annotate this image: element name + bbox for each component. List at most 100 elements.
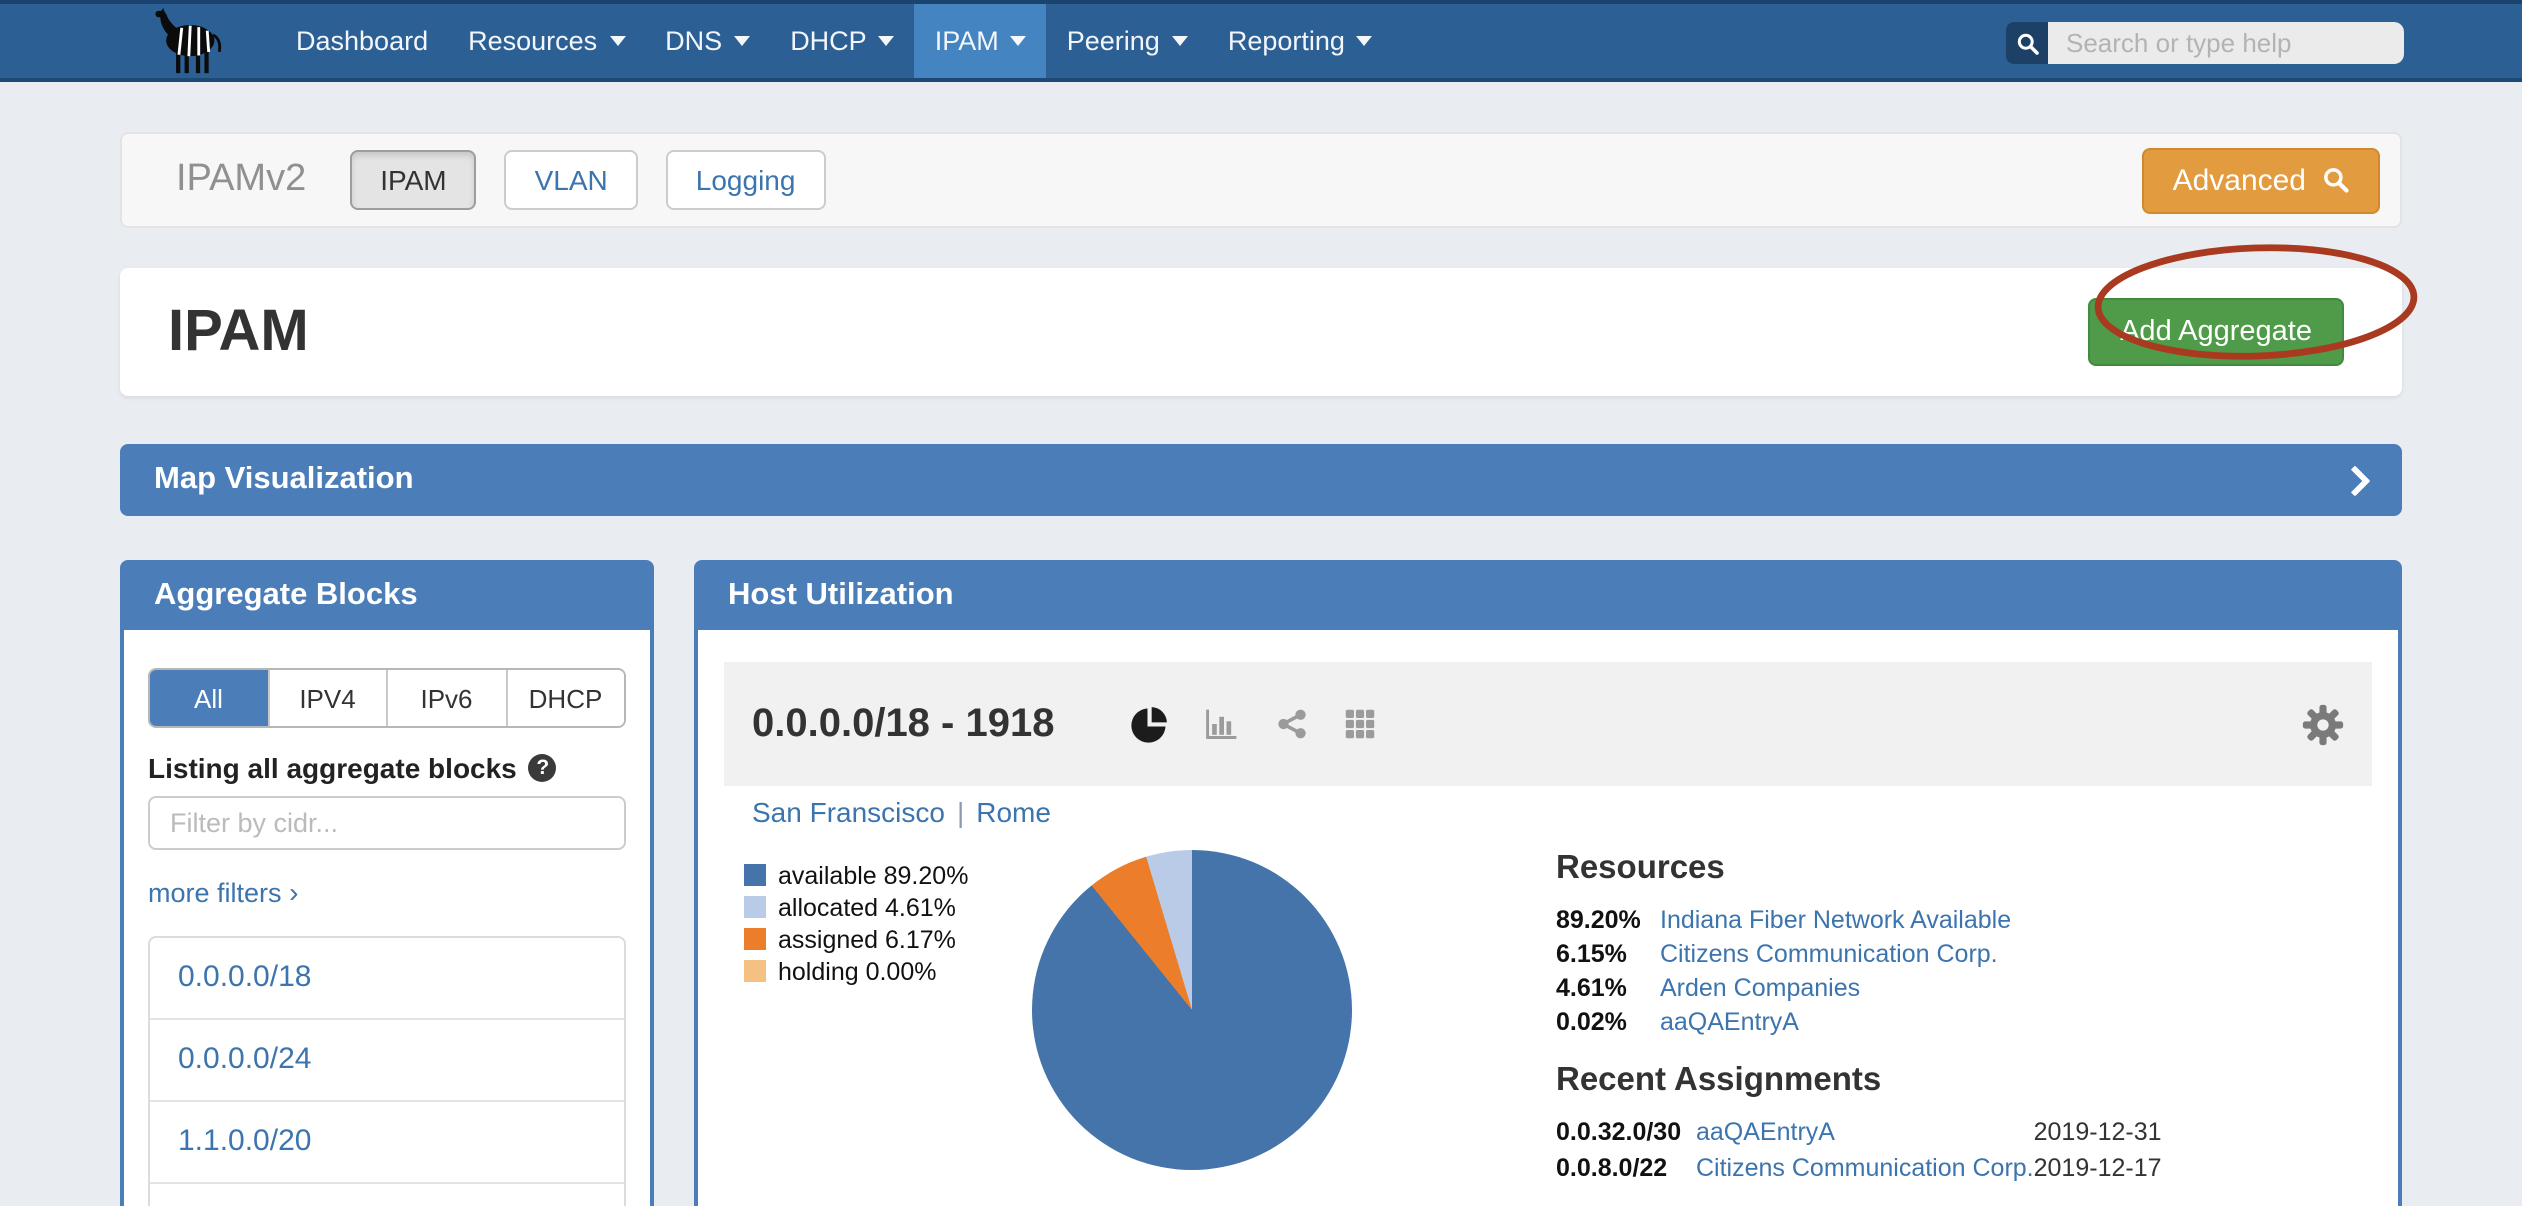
aggregate-block-list: 0.0.0.0/18 0.0.0.0/24 1.1.0.0/20	[148, 936, 626, 1206]
aggregate-block-link[interactable]: 0.0.0.0/24	[178, 1042, 311, 1076]
legend-item: available 89.20%	[744, 860, 968, 892]
assignment-name: Citizens Communication Corp.	[1696, 1151, 2034, 1186]
search-icon	[2322, 166, 2350, 194]
legend-swatch	[744, 960, 766, 982]
global-search	[2006, 22, 2404, 64]
search-icon	[2006, 22, 2048, 64]
assignment-date: 2019-12-31	[2034, 1116, 2162, 1151]
chevron-down-icon	[734, 36, 750, 46]
chevron-down-icon	[1172, 36, 1188, 46]
resources-table: 89.20%Indiana Fiber Network Available6.1…	[1556, 904, 2011, 1040]
tab-logging[interactable]: Logging	[666, 150, 826, 210]
filter-tab-ipv6[interactable]: IPv6	[386, 670, 505, 726]
aggregate-block-row: 1.1.0.0/20	[150, 1100, 624, 1182]
app-root: Dashboard Resources DNS DHCP IPAM PeeringRepo…	[0, 0, 2522, 1206]
location-links: San Franscisco | Rome	[752, 796, 1051, 828]
legend-item: assigned 6.17%	[744, 924, 968, 956]
resource-name: aaQAEntryA	[1660, 1006, 2011, 1040]
listing-label-row: Listing all aggregate blocks ?	[148, 752, 626, 784]
resource-link[interactable]: Arden Companies	[1660, 974, 1860, 1002]
share-icon[interactable]	[1276, 708, 1308, 740]
pie-chart-icon[interactable]	[1130, 705, 1168, 743]
nav-item-label: IPAM	[935, 26, 999, 56]
legend-label: allocated 4.61%	[778, 894, 956, 922]
panels-row: Aggregate Blocks AllIPV4IPv6DHCP Listing…	[120, 560, 2402, 1206]
resource-percent: 6.15%	[1556, 938, 1660, 972]
legend-label: assigned 6.17%	[778, 926, 956, 954]
location-link[interactable]: Rome	[976, 796, 1051, 828]
aggregate-block-link[interactable]: 0.0.0.0/18	[178, 960, 311, 994]
aggregate-filter-tabs: AllIPV4IPv6DHCP	[148, 668, 626, 728]
host-utilization-panel: Host Utilization 0.0.0.0/18 - 1918	[694, 560, 2402, 1206]
recent-assignments-table: 0.0.32.0/30aaQAEntryA2019-12-310.0.8.0/2…	[1556, 1116, 2162, 1186]
nav-item-resources[interactable]: Resources	[448, 4, 645, 78]
help-icon[interactable]: ?	[529, 754, 557, 782]
legend-item: holding 0.00%	[744, 956, 968, 988]
nav-item-ipam[interactable]: IPAM	[915, 4, 1047, 78]
toolbar-title: IPAMv2	[176, 158, 306, 202]
tab-vlan[interactable]: VLAN	[505, 150, 638, 210]
assignment-cidr: 0.0.8.0/22	[1556, 1151, 1696, 1186]
assignment-row: 0.0.32.0/30aaQAEntryA 2019-12-31	[1556, 1116, 2162, 1151]
filter-tab-ipv4[interactable]: IPV4	[267, 670, 386, 726]
assignment-date: 2019-12-17	[2034, 1151, 2162, 1186]
nav-item-reporting[interactable]: Reporting	[1208, 4, 1393, 78]
nav-menu: Dashboard Resources DNS DHCP IPAM PeeringRepo…	[276, 4, 1393, 78]
map-visualization-bar[interactable]: Map Visualization	[120, 444, 2402, 516]
cidr-filter-input[interactable]	[148, 796, 626, 850]
nav-item-label: Resources	[468, 26, 597, 56]
gear-icon[interactable]	[2302, 703, 2344, 745]
page-header: IPAM Add Aggregate	[120, 268, 2402, 396]
page-content: IPAMv2 IPAM VLAN Logging Advanced IPAM Add…	[0, 82, 2522, 1206]
assignment-row: 0.0.8.0/22Citizens Communication Corp.20…	[1556, 1151, 2162, 1186]
nav-item-peering[interactable]: Peering	[1047, 4, 1208, 78]
legend-label: available 89.20%	[778, 862, 968, 890]
block-title: 0.0.0.0/18 - 1918	[752, 701, 1054, 747]
legend-swatch	[744, 864, 766, 886]
legend-swatch	[744, 896, 766, 918]
more-filters-link[interactable]: more filters ›	[148, 876, 298, 908]
search-input[interactable]	[2048, 22, 2404, 64]
host-utilization-title: Host Utilization	[696, 562, 2400, 630]
resource-link[interactable]: Indiana Fiber Network Available	[1660, 906, 2011, 934]
assignment-cidr: 0.0.32.0/30	[1556, 1116, 1696, 1151]
separator: |	[957, 796, 964, 828]
resource-link[interactable]: aaQAEntryA	[1660, 1008, 1799, 1036]
resource-link[interactable]: Citizens Communication Corp.	[1660, 940, 1998, 968]
resource-row: 0.02%aaQAEntryA	[1556, 1006, 2011, 1040]
nav-item-dashboard[interactable]: Dashboard	[276, 4, 448, 78]
grid-icon[interactable]	[1344, 708, 1376, 740]
aggregate-blocks-title: Aggregate Blocks	[122, 562, 652, 630]
aggregate-block-row: 0.0.0.0/24	[150, 1018, 624, 1100]
chevron-right-icon	[2339, 464, 2370, 495]
utilization-header-bar: 0.0.0.0/18 - 1918	[724, 662, 2372, 786]
assignment-link[interactable]: aaQAEntryA	[1696, 1118, 1835, 1146]
location-link[interactable]: San Franscisco	[752, 796, 945, 828]
toolbar-tabs: IPAM VLAN Logging	[350, 150, 825, 210]
filter-tab-all[interactable]: All	[150, 670, 267, 726]
utilization-details: Resources 89.20%Indiana Fiber Network Av…	[1556, 852, 2336, 1186]
bar-chart-icon[interactable]	[1204, 706, 1240, 742]
resource-name: Arden Companies	[1660, 972, 2011, 1006]
resources-heading: Resources	[1556, 852, 2336, 886]
chevron-down-icon	[879, 36, 895, 46]
nav-item-label: DHCP	[790, 26, 867, 56]
nav-item-dhcp[interactable]: DHCP	[770, 4, 915, 78]
assignment-link[interactable]: Citizens Communication Corp.	[1696, 1153, 2034, 1181]
resource-name: Indiana Fiber Network Available	[1660, 904, 2011, 938]
resource-percent: 0.02%	[1556, 1006, 1660, 1040]
add-aggregate-button[interactable]: Add Aggregate	[2088, 298, 2344, 366]
listing-label: Listing all aggregate blocks	[148, 752, 517, 784]
advanced-button[interactable]: Advanced	[2143, 147, 2380, 213]
chevron-down-icon	[1357, 36, 1373, 46]
resource-percent: 89.20%	[1556, 904, 1660, 938]
filter-tab-dhcp[interactable]: DHCP	[505, 670, 624, 726]
tab-ipam[interactable]: IPAM	[350, 150, 476, 210]
advanced-button-label: Advanced	[2173, 163, 2306, 197]
resource-percent: 4.61%	[1556, 972, 1660, 1006]
utilization-pie-chart	[1032, 850, 1352, 1170]
nav-item-dns[interactable]: DNS	[645, 4, 770, 78]
resource-row: 6.15%Citizens Communication Corp.	[1556, 938, 2011, 972]
resource-name: Citizens Communication Corp.	[1660, 938, 2011, 972]
aggregate-block-link[interactable]: 1.1.0.0/20	[178, 1124, 311, 1158]
